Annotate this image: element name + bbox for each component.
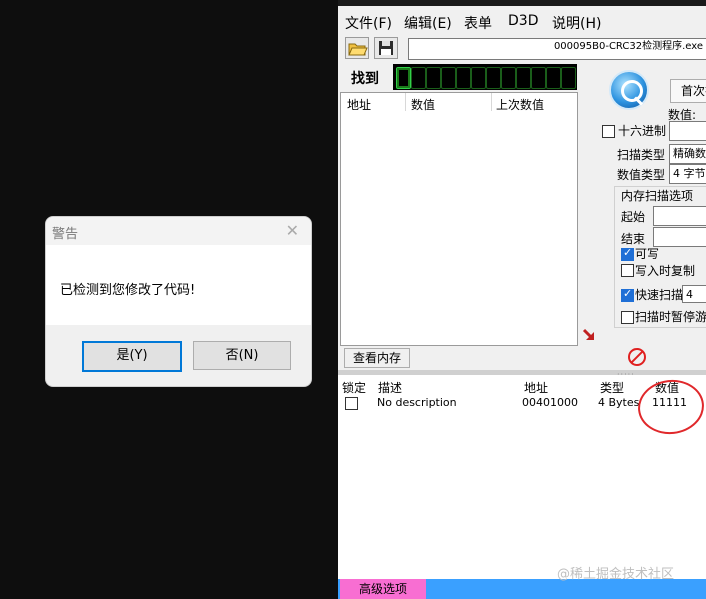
found-count-display: 0 <box>393 64 577 90</box>
magnifier-lens <box>621 80 643 102</box>
value-type-select[interactable]: 4 字节 <box>669 164 706 184</box>
cheat-engine-window: 文件(F) 编辑(E) 表单 D3D 说明(H) 000095B0-CRC32检… <box>338 0 706 599</box>
value-type-label: 数值类型 <box>617 168 666 182</box>
digit-segment <box>486 67 501 89</box>
digit-segment <box>441 67 456 89</box>
pause-game-checkbox[interactable] <box>621 311 634 324</box>
scan-type-select[interactable]: 精确数 <box>669 144 706 164</box>
menu-d3d[interactable]: D3D <box>508 13 538 29</box>
memory-options-title: 内存扫描选项 <box>621 189 694 203</box>
arrow-down-right-icon <box>582 328 594 340</box>
dialog-title: 警告 <box>52 227 79 242</box>
copy-on-write-checkbox[interactable] <box>621 264 634 277</box>
digit-segment <box>426 67 441 89</box>
hex-checkbox[interactable] <box>602 125 615 138</box>
addr-col-address[interactable]: 地址 <box>524 379 548 396</box>
dialog-message: 已检测到您修改了代码! <box>60 283 196 298</box>
row-type[interactable]: 4 Bytes <box>598 396 639 409</box>
add-to-list-arrow-icon[interactable] <box>582 326 598 342</box>
menu-help[interactable]: 说明(H) <box>552 13 601 33</box>
floppy-disk-icon <box>379 41 393 55</box>
memory-scan-options-group: 内存扫描选项 起始 结束 可写 写入时复制 快速扫描 4 扫描时暂停游戏 <box>614 186 706 328</box>
advanced-options-button[interactable]: 高级选项 <box>340 579 426 599</box>
window-top-strip <box>338 0 706 6</box>
watermark: @稀土掘金技术社区 <box>557 567 675 582</box>
first-scan-button[interactable]: 首次扫 <box>670 79 706 103</box>
stop-icon[interactable] <box>628 348 646 366</box>
digit-segment <box>501 67 516 89</box>
copy-on-write-label: 写入时复制 <box>635 264 696 278</box>
lock-checkbox[interactable] <box>345 397 358 410</box>
open-process-button[interactable] <box>345 37 369 59</box>
value-input[interactable] <box>669 121 706 141</box>
digit-segment <box>396 67 411 89</box>
results-col-previous[interactable]: 上次数值 <box>496 96 544 113</box>
menu-bar: 文件(F) 编辑(E) 表单 D3D 说明(H) <box>338 10 706 34</box>
dialog-body: 已检测到您修改了代码! <box>46 245 311 325</box>
folder-open-icon <box>348 43 368 56</box>
hex-label: 十六进制 <box>618 124 667 138</box>
warning-dialog: 警告 ✕ 已检测到您修改了代码! 是(Y) 否(N) <box>45 216 312 387</box>
start-address-input[interactable] <box>653 206 706 226</box>
column-separator <box>491 93 492 111</box>
bottom-bar: 高级选项 <box>338 579 706 599</box>
addr-col-type[interactable]: 类型 <box>600 379 624 396</box>
scan-results-list[interactable]: 地址 数值 上次数值 <box>340 92 578 346</box>
process-name: 000095B0-CRC32检测程序.exe <box>553 41 703 52</box>
pause-game-label: 扫描时暂停游戏 <box>635 310 706 324</box>
column-separator <box>405 93 406 111</box>
fast-scan-checkbox[interactable] <box>621 287 634 302</box>
addr-col-description[interactable]: 描述 <box>378 379 402 396</box>
writable-label: 可写 <box>635 247 660 261</box>
digit-segment <box>456 67 471 89</box>
writable-checkbox[interactable] <box>621 246 634 261</box>
results-col-address[interactable]: 地址 <box>347 96 371 113</box>
close-icon[interactable]: ✕ <box>286 221 299 240</box>
process-title-bar: 000095B0-CRC32检测程序.exe <box>408 38 706 60</box>
fast-scan-alignment-input[interactable]: 4 <box>682 285 706 303</box>
scan-settings-icon[interactable] <box>609 70 649 110</box>
menu-file[interactable]: 文件(F) <box>345 13 392 33</box>
row-description[interactable]: No description <box>377 396 457 409</box>
dialog-titlebar: 警告 ✕ <box>46 217 311 245</box>
memory-view-button[interactable]: 查看内存 <box>344 348 410 368</box>
save-button[interactable] <box>374 37 398 59</box>
fast-scan-label: 快速扫描 <box>635 288 684 302</box>
digit-segment <box>471 67 486 89</box>
scan-type-label: 扫描类型 <box>617 148 666 162</box>
addr-col-lock[interactable]: 锁定 <box>342 379 366 396</box>
no-button[interactable]: 否(N) <box>193 341 291 370</box>
results-col-value[interactable]: 数值 <box>411 96 435 113</box>
menu-edit[interactable]: 编辑(E) <box>404 13 452 33</box>
found-label: 找到 <box>351 71 379 87</box>
digit-segment <box>561 67 576 89</box>
digit-segment <box>411 67 426 89</box>
digit-segment <box>516 67 531 89</box>
menu-table[interactable]: 表单 <box>464 13 492 33</box>
yes-button[interactable]: 是(Y) <box>82 341 182 372</box>
end-address-input[interactable] <box>653 227 706 247</box>
digit-segment <box>531 67 546 89</box>
start-label: 起始 <box>621 210 646 224</box>
digit-segment <box>546 67 561 89</box>
row-address[interactable]: 00401000 <box>522 396 578 409</box>
